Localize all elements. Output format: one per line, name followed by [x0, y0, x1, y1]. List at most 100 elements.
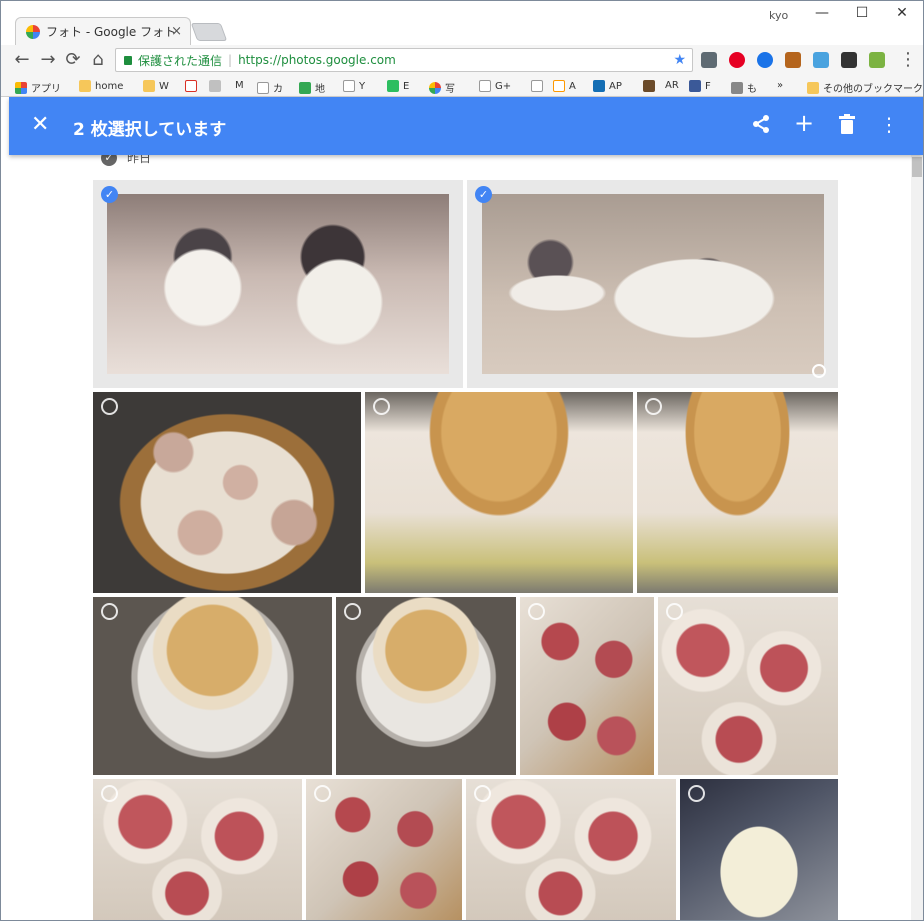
- select-circle-icon[interactable]: [101, 398, 118, 415]
- profile-name[interactable]: kyo: [769, 9, 788, 22]
- bookmarks-overflow-chevron[interactable]: »: [777, 80, 783, 91]
- bookmark-y[interactable]: Y: [343, 80, 365, 92]
- date-section-header[interactable]: ✓ 昨日: [101, 155, 151, 166]
- bookmark-maps[interactable]: 地: [299, 80, 325, 95]
- selected-check-icon[interactable]: ✓: [475, 186, 492, 203]
- forward-button[interactable]: →: [37, 49, 59, 71]
- select-circle-icon[interactable]: [101, 603, 118, 620]
- photo-tile[interactable]: [637, 392, 838, 593]
- k-icon: [643, 80, 655, 92]
- bookmark-label: Y: [359, 80, 366, 92]
- extension-box-icon[interactable]: [785, 52, 801, 68]
- extension-download-icon[interactable]: [813, 52, 829, 68]
- close-selection-icon[interactable]: ✕: [31, 112, 49, 137]
- more-options-icon[interactable]: ⋮: [877, 114, 901, 136]
- bookmark-k[interactable]: [643, 80, 659, 92]
- share-icon[interactable]: [749, 114, 773, 139]
- selection-count-title: 2 枚選択しています: [73, 120, 227, 140]
- delete-icon[interactable]: [835, 114, 859, 139]
- reload-button[interactable]: ⟳: [62, 49, 84, 71]
- window-close-button[interactable]: ✕: [887, 5, 917, 21]
- extension-green-icon[interactable]: [869, 52, 885, 68]
- photo-tile[interactable]: [466, 779, 676, 920]
- folder-icon: [143, 80, 155, 92]
- address-bar[interactable]: 保護された通信 | https://photos.google.com ★: [115, 48, 693, 72]
- photo-tile-selected[interactable]: ✓: [93, 180, 463, 388]
- bookmark-evernote[interactable]: E: [387, 80, 409, 92]
- photo-tile[interactable]: [93, 779, 302, 920]
- photo-tile-selected[interactable]: ✓: [467, 180, 838, 388]
- bookmark-page[interactable]: [531, 80, 547, 92]
- home-button[interactable]: ⌂: [87, 49, 109, 71]
- bookmark-label: A: [569, 80, 576, 92]
- bookmark-photos[interactable]: 写: [429, 80, 455, 95]
- selected-check-icon[interactable]: ✓: [101, 186, 118, 203]
- bookmark-gmail[interactable]: [185, 80, 201, 92]
- bookmark-label: 写: [445, 84, 455, 95]
- photo-tile[interactable]: [306, 779, 462, 920]
- tab-close-icon[interactable]: ×: [171, 24, 182, 39]
- select-circle-icon[interactable]: [528, 603, 545, 620]
- photo-tile[interactable]: [336, 597, 516, 775]
- bookmark-home[interactable]: home: [79, 80, 123, 92]
- select-circle-icon[interactable]: [101, 785, 118, 802]
- bookmark-amazon[interactable]: A: [553, 80, 576, 92]
- select-circle-icon[interactable]: [314, 785, 331, 802]
- tab-google-photos[interactable]: フォト - Google フォト ×: [15, 17, 191, 45]
- bookmark-amazon-pay[interactable]: AP: [593, 80, 622, 92]
- bookmark-label: も: [747, 84, 757, 95]
- extension-pinterest-icon[interactable]: [729, 52, 745, 68]
- photo-tile[interactable]: [658, 597, 838, 775]
- bookmark-m[interactable]: M: [235, 80, 244, 91]
- evernote-icon: [387, 80, 399, 92]
- bookmarks-bar: アプリ home W M カ 地 Y E 写 G+ A AP AR F も » …: [1, 75, 923, 97]
- image-icon: [731, 81, 743, 94]
- apps-grid-icon: [15, 81, 27, 94]
- bookmark-gplus[interactable]: G+: [479, 80, 511, 92]
- scrollbar-thumb[interactable]: [912, 157, 922, 177]
- bookmark-ka[interactable]: カ: [257, 80, 283, 95]
- select-circle-icon[interactable]: [666, 603, 683, 620]
- bookmark-ar[interactable]: AR: [665, 80, 679, 91]
- select-circle-icon[interactable]: [344, 603, 361, 620]
- extension-compass-icon[interactable]: [757, 52, 773, 68]
- photo-tile[interactable]: [680, 779, 838, 920]
- bookmark-apps[interactable]: アプリ: [15, 80, 61, 95]
- photo-tile[interactable]: [93, 392, 361, 593]
- photo-tile[interactable]: [93, 597, 332, 775]
- minimize-button[interactable]: —: [807, 5, 837, 21]
- select-circle-icon[interactable]: [474, 785, 491, 802]
- bookmark-label: アプリ: [31, 84, 61, 95]
- extension-evernote-icon[interactable]: [701, 52, 717, 68]
- bookmark-facebook[interactable]: F: [689, 80, 711, 92]
- vertical-scrollbar[interactable]: [911, 155, 923, 920]
- photo-tile[interactable]: [520, 597, 654, 775]
- maximize-button[interactable]: ☐: [847, 5, 877, 21]
- bookmark-mo[interactable]: も: [731, 80, 757, 95]
- chrome-menu-icon[interactable]: ⋮: [897, 49, 919, 71]
- bookmark-mail[interactable]: [209, 80, 225, 92]
- selection-app-bar: ✕ 2 枚選択しています + ⋮: [9, 97, 923, 155]
- select-day-check-icon[interactable]: ✓: [101, 155, 117, 166]
- new-tab-button[interactable]: [190, 23, 228, 41]
- back-button[interactable]: ←: [11, 49, 33, 71]
- folder-icon: [79, 80, 91, 92]
- add-icon[interactable]: +: [792, 109, 816, 137]
- select-circle-icon[interactable]: [373, 398, 390, 415]
- bookmark-label: F: [705, 80, 711, 92]
- photo-tile[interactable]: [365, 392, 633, 593]
- url-text[interactable]: https://photos.google.com: [238, 53, 396, 67]
- zoom-icon[interactable]: [812, 364, 826, 378]
- folder-icon: [807, 81, 819, 94]
- bookmark-label: M: [235, 80, 244, 91]
- tab-title: フォト - Google フォト: [46, 25, 177, 39]
- bookmark-other-bookmarks[interactable]: その他のブックマーク: [807, 80, 923, 95]
- photo-cats: [107, 194, 449, 374]
- bookmark-w[interactable]: W: [143, 80, 169, 92]
- select-circle-icon[interactable]: [688, 785, 705, 802]
- extension-glasses-icon[interactable]: [841, 52, 857, 68]
- bookmark-label: E: [403, 80, 410, 92]
- select-circle-icon[interactable]: [645, 398, 662, 415]
- photos-icon: [429, 81, 441, 94]
- bookmark-star-icon[interactable]: ★: [673, 52, 686, 68]
